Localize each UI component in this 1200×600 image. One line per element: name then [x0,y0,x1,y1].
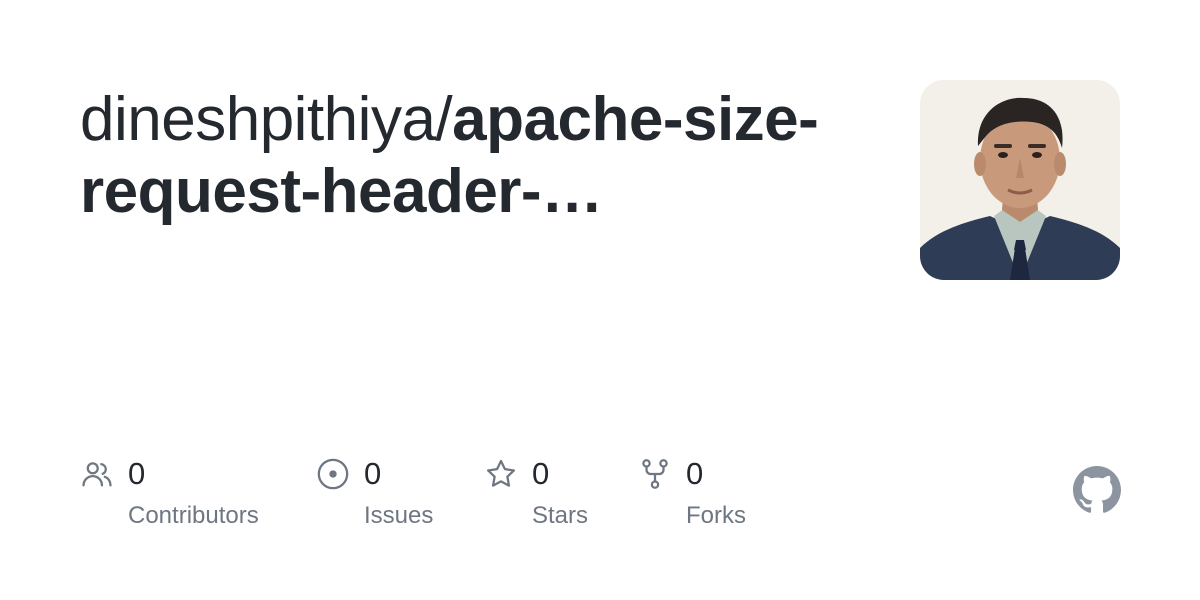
fork-icon [638,457,672,491]
issue-icon [316,457,350,491]
star-icon [484,457,518,491]
contributors-label: Contributors [128,502,259,529]
forks-label: Forks [686,502,746,529]
forks-count: 0 [686,456,704,491]
stars-count: 0 [532,456,550,491]
github-logo-icon[interactable] [1073,466,1121,514]
people-icon [80,457,114,491]
repo-owner[interactable]: dineshpithiya/ [80,85,453,154]
issues-label: Issues [364,502,434,529]
contributors-count: 0 [128,456,146,491]
issues-count: 0 [364,456,382,491]
stars-label: Stars [532,502,589,529]
avatar [920,80,1120,280]
repo-title: dineshpithiya/apache-size-request-header… [80,84,840,228]
